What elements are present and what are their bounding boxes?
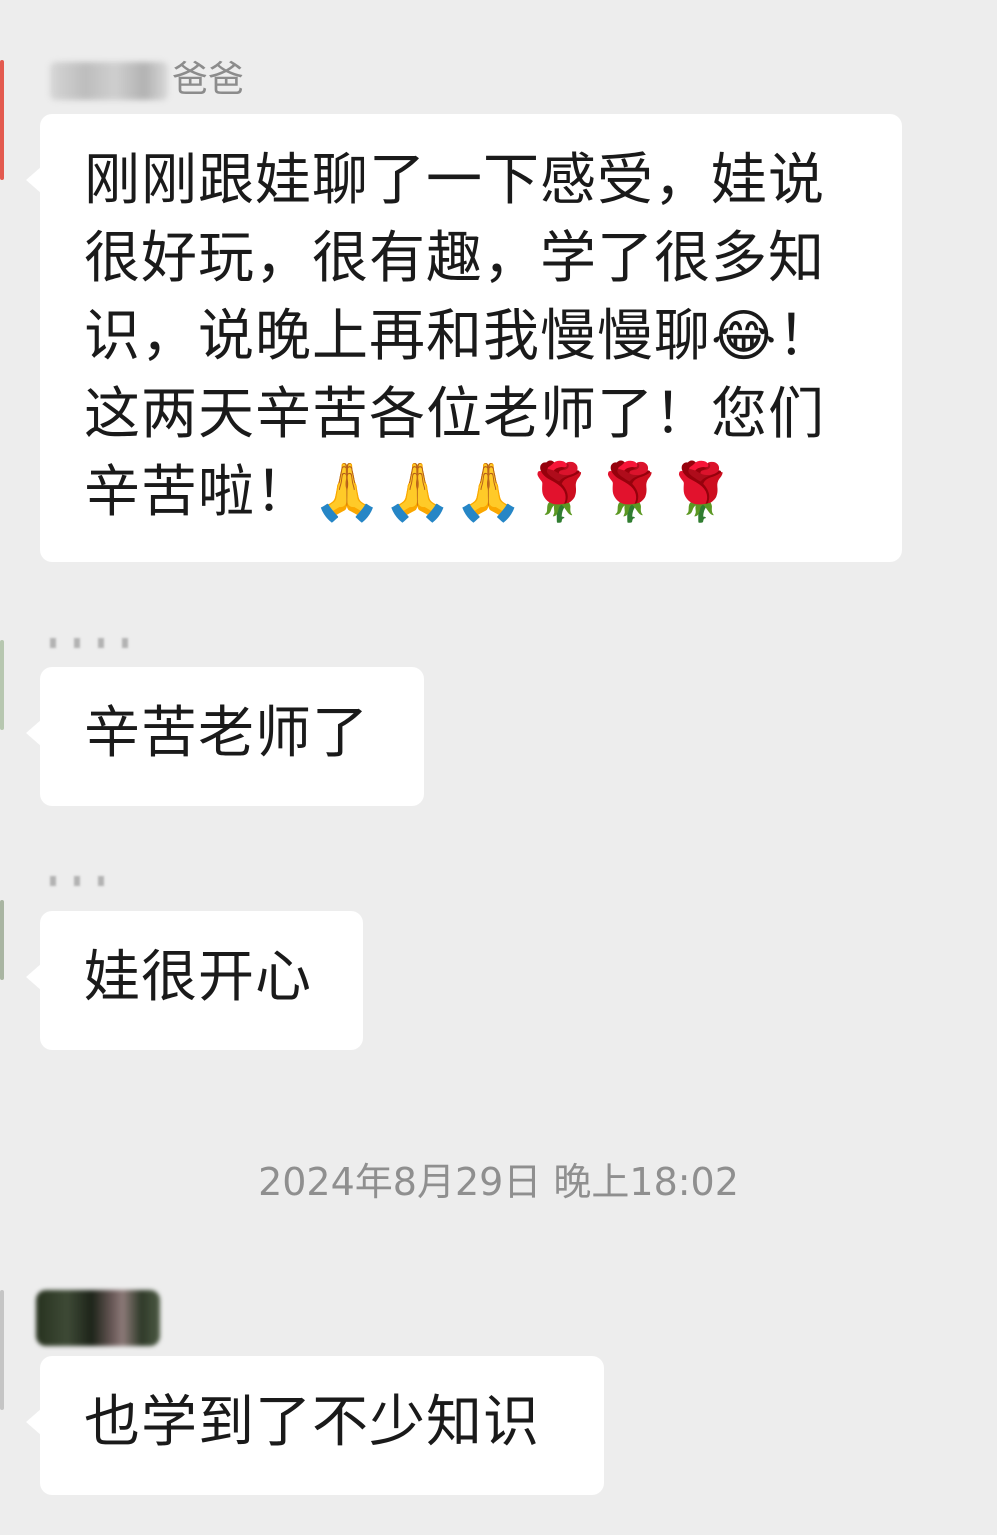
message-line: 刚刚跟娃聊了一下感受，娃说 [84, 148, 825, 213]
left-edge-strip [0, 640, 4, 730]
sender-name-blurred [50, 858, 120, 902]
left-edge-strip [0, 900, 4, 980]
left-edge-strip [0, 1290, 4, 1410]
blurred-name [50, 876, 120, 886]
blurred-sender-name [36, 1290, 160, 1346]
message-line: 很好玩，很有趣，学了很多知 [84, 226, 825, 291]
message-line: 识，说晚上再和我慢慢聊😂！ [84, 304, 835, 369]
message-line: 辛苦老师了 [84, 701, 369, 766]
blurred-name-prefix [50, 62, 168, 100]
message-bubble[interactable]: 也学到了不少知识 [26, 1356, 604, 1495]
message-bubble[interactable]: 辛苦老师了 [26, 667, 424, 806]
sender-name-blurred [50, 620, 130, 664]
chat-timestamp: 2024年8月29日 晚上18:02 [258, 1160, 739, 1204]
message-line: 辛苦啦！🙏🙏🙏🌹🌹🌹 [84, 460, 737, 525]
message-line: 娃很开心 [84, 945, 312, 1010]
sender-name-text: 爸爸 [172, 59, 245, 100]
sender-name: 爸爸 [50, 58, 244, 102]
message-line: 这两天辛苦各位老师了！您们 [84, 382, 825, 447]
message-bubble[interactable]: 刚刚跟娃聊了一下感受，娃说 很好玩，很有趣，学了很多知 识，说晚上再和我慢慢聊😂… [26, 114, 902, 562]
left-edge-strip [0, 60, 4, 180]
message-bubble[interactable]: 娃很开心 [26, 911, 363, 1050]
blurred-name [50, 638, 130, 648]
message-line: 也学到了不少知识 [84, 1390, 540, 1455]
